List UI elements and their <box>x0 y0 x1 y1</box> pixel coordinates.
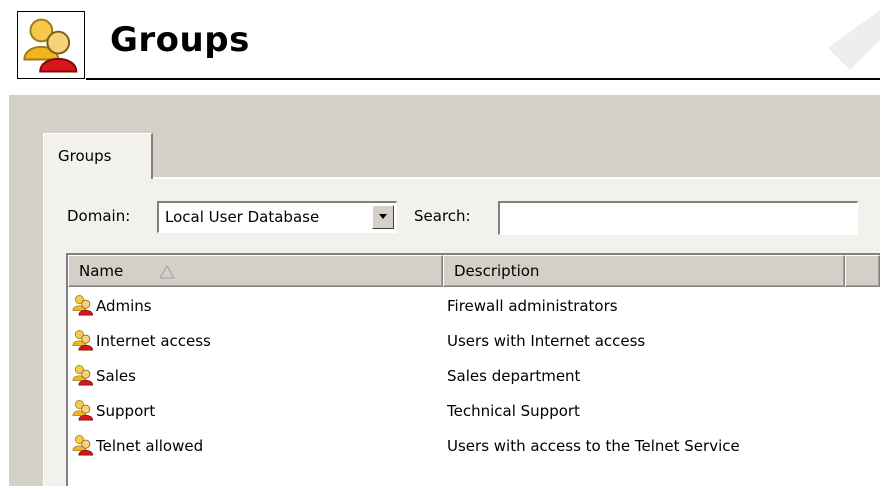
row-description: Users with access to the Telnet Service <box>447 437 740 455</box>
domain-label: Domain: <box>67 207 131 225</box>
row-description: Users with Internet access <box>447 332 646 350</box>
list-header: Name Description <box>68 255 880 287</box>
row-description: Firewall administrators <box>447 297 618 315</box>
domain-select-value: Local User Database <box>165 208 320 226</box>
chevron-down-icon <box>379 214 387 219</box>
search-input[interactable] <box>498 201 858 235</box>
table-row[interactable]: Support Technical Support <box>68 395 880 429</box>
group-icon <box>72 294 94 316</box>
group-icon <box>72 364 94 386</box>
column-description-label: Description <box>454 262 540 280</box>
domain-select[interactable]: Local User Database <box>157 201 397 233</box>
page-header: Groups <box>0 0 880 82</box>
table-row[interactable]: Internet access Users with Internet acce… <box>68 325 880 359</box>
group-icon <box>72 329 94 351</box>
group-icon <box>72 434 94 456</box>
sort-ascending-icon <box>159 265 175 279</box>
tab-groups[interactable]: Groups <box>43 133 153 179</box>
column-header-description[interactable]: Description <box>443 255 845 287</box>
group-icon <box>72 399 94 421</box>
column-header-name[interactable]: Name <box>68 255 443 287</box>
row-name: Telnet allowed <box>96 437 204 455</box>
row-name: Support <box>96 402 156 420</box>
row-description: Sales department <box>447 367 581 385</box>
groups-icon <box>17 11 85 79</box>
groups-list[interactable]: Name Description Admins Firewall adminis… <box>66 253 880 486</box>
search-label: Search: <box>414 207 471 225</box>
row-name: Sales <box>96 367 136 385</box>
row-description: Technical Support <box>447 402 580 420</box>
watermark-icon <box>828 10 880 70</box>
table-row[interactable]: Sales Sales department <box>68 360 880 394</box>
page-title: Groups <box>110 20 250 60</box>
row-name: Admins <box>96 297 152 315</box>
table-row[interactable]: Telnet allowed Users with access to the … <box>68 430 880 464</box>
header-divider <box>86 78 880 80</box>
row-name: Internet access <box>96 332 211 350</box>
column-header-extra[interactable] <box>845 255 880 287</box>
domain-dropdown-button[interactable] <box>372 205 394 229</box>
table-row[interactable]: Admins Firewall administrators <box>68 290 880 324</box>
tab-label: Groups <box>58 147 112 165</box>
column-name-label: Name <box>79 262 124 280</box>
